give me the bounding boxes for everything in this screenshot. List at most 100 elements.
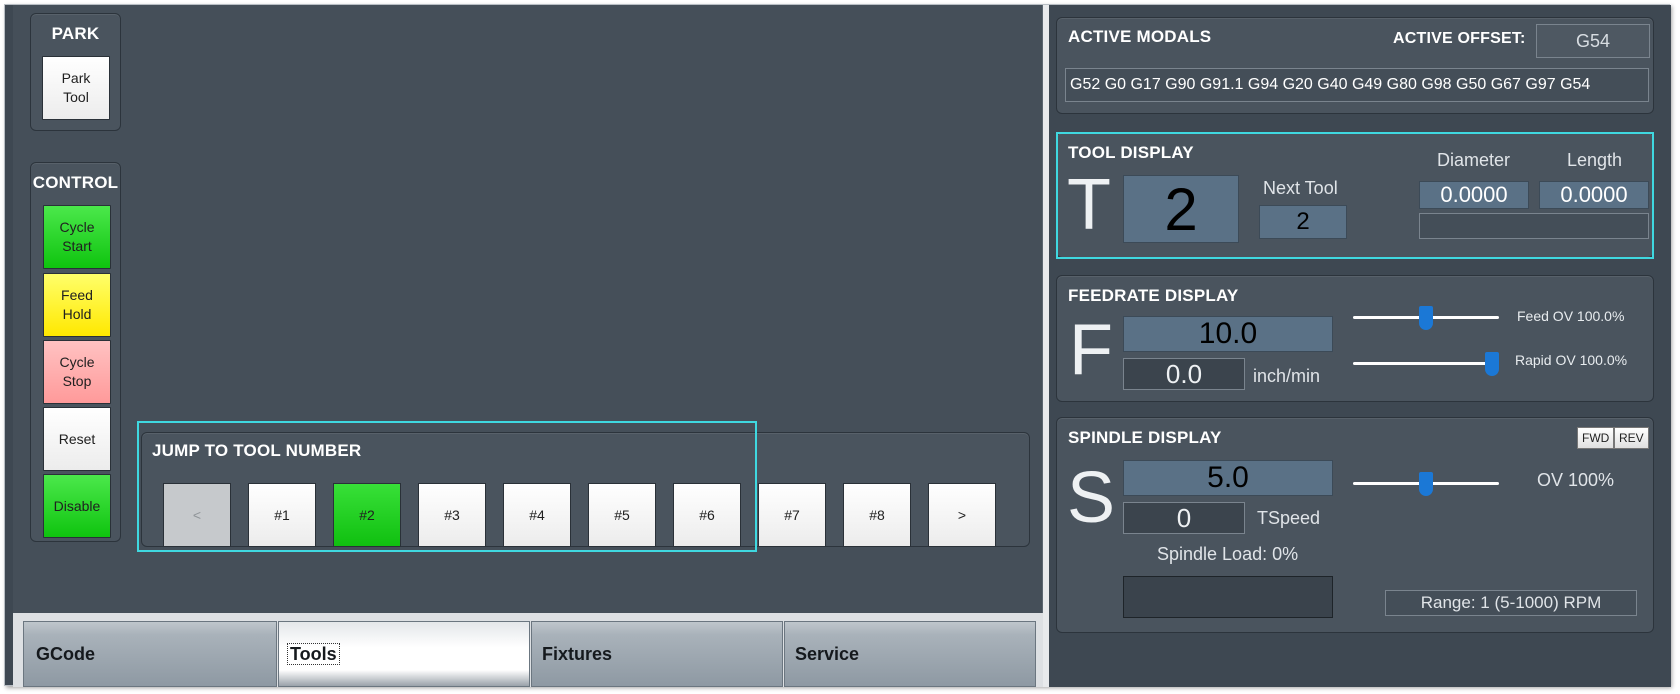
cycle-start-label: Cycle Start <box>59 219 95 254</box>
diameter-value: 0.0000 <box>1440 182 1508 207</box>
active-modals-panel: ACTIVE MODALS ACTIVE OFFSET: G54 G52 G0 … <box>1056 17 1654 114</box>
app-window: PARK Park Tool CONTROL Cycle Start Feed … <box>4 4 1671 687</box>
jump-next-button[interactable]: > <box>928 483 996 547</box>
rapid-ov-label: Rapid OV 100.0% <box>1515 352 1628 368</box>
spindle-commanded-value: 5.0 <box>1207 461 1249 494</box>
disable-label: Disable <box>53 497 101 514</box>
jump-prev-button[interactable]: < <box>163 483 231 547</box>
tspeed-label: TSpeed <box>1257 508 1321 528</box>
feed-commanded-field: 10.0 <box>1123 316 1333 352</box>
jump-tool-7-label: #7 <box>784 507 800 523</box>
modal-codes: G52 G0 G17 G90 G91.1 G94 G20 G40 G49 G80… <box>1070 76 1591 93</box>
tab-fixtures-label: Fixtures <box>542 644 613 664</box>
active-modals-title: ACTIVE MODALS <box>1068 27 1212 46</box>
active-offset-field: G54 <box>1536 24 1650 58</box>
jump-tool-5-button[interactable]: #5 <box>588 483 656 547</box>
spindle-fwd-label: FWD <box>1582 431 1610 445</box>
jump-tool-2-label: #2 <box>359 507 375 523</box>
park-group: PARK Park Tool <box>30 13 121 131</box>
jump-title: JUMP TO TOOL NUMBER <box>152 441 362 460</box>
feedrate-panel: FEEDRATE DISPLAY F 10.0 0.0 inch/min Fee… <box>1056 275 1654 402</box>
spindle-actual-field: 0 <box>1123 502 1245 534</box>
jump-to-tool-panel: JUMP TO TOOL NUMBER < #1 #2 #3 #4 #5 #6 … <box>141 432 1030 547</box>
jump-next-label: > <box>957 507 967 523</box>
control-group: CONTROL Cycle Start Feed Hold Cycle Stop… <box>30 162 121 542</box>
spindle-commanded-field: 5.0 <box>1123 460 1333 496</box>
spindle-panel: SPINDLE DISPLAY FWD REV S 5.0 0 TSpeed O… <box>1056 417 1654 633</box>
diameter-label: Diameter <box>1437 150 1511 170</box>
feedrate-title: FEEDRATE DISPLAY <box>1068 286 1239 305</box>
tab-gcode[interactable]: GCode <box>23 621 277 687</box>
length-label: Length <box>1567 150 1623 170</box>
tool-display-panel: TOOL DISPLAY T 2 Next Tool 2 Diameter Le… <box>1056 132 1654 258</box>
tab-tools[interactable]: Tools <box>278 621 530 687</box>
jump-tool-3-label: #3 <box>444 507 460 523</box>
tab-fixtures[interactable]: Fixtures <box>531 621 783 687</box>
next-tool-field: 2 <box>1259 205 1347 239</box>
jump-tool-6-label: #6 <box>699 507 715 523</box>
modal-codes-field: G52 G0 G17 G90 G91.1 G94 G20 G40 G49 G80… <box>1065 68 1649 102</box>
park-tool-label: Park Tool <box>61 70 91 105</box>
jump-tool-4-label: #4 <box>529 507 545 523</box>
spindle-rev-button[interactable]: REV <box>1614 427 1649 449</box>
jump-tool-1-button[interactable]: #1 <box>248 483 316 547</box>
jump-tool-4-button[interactable]: #4 <box>503 483 571 547</box>
spindle-letter: S <box>1067 458 1116 538</box>
reset-label: Reset <box>58 430 96 447</box>
jump-tool-8-button[interactable]: #8 <box>843 483 911 547</box>
length-value: 0.0000 <box>1560 182 1628 207</box>
disable-button[interactable]: Disable <box>43 474 111 538</box>
spindle-load-label: Spindle Load: 0% <box>1157 544 1299 564</box>
control-title: CONTROL <box>32 173 119 192</box>
feed-hold-button[interactable]: Feed Hold <box>43 273 111 337</box>
jump-tool-5-label: #5 <box>614 507 630 523</box>
jump-tool-3-button[interactable]: #3 <box>418 483 486 547</box>
active-offset-label: ACTIVE OFFSET: <box>1393 30 1526 47</box>
spindle-ov-slider-thumb[interactable] <box>1419 472 1433 496</box>
jump-tool-7-button[interactable]: #7 <box>758 483 826 547</box>
tab-bar: GCode Tools Fixtures Service <box>13 613 1043 687</box>
feed-ov-label: Feed OV 100.0% <box>1517 308 1625 324</box>
spindle-range-field: Range: 1 (5-1000) RPM <box>1385 590 1637 616</box>
spindle-fwd-button[interactable]: FWD <box>1577 427 1615 449</box>
cycle-stop-label: Cycle Stop <box>59 354 95 389</box>
status-pane: ACTIVE MODALS ACTIVE OFFSET: G54 G52 G0 … <box>1049 5 1671 687</box>
feed-actual-value: 0.0 <box>1165 358 1203 389</box>
tool-description-field <box>1419 213 1649 239</box>
feed-commanded-value: 10.0 <box>1198 317 1258 350</box>
park-tool-button[interactable]: Park Tool <box>42 56 110 120</box>
jump-tool-6-button[interactable]: #6 <box>673 483 741 547</box>
jump-tool-8-label: #8 <box>869 507 885 523</box>
spindle-ov-label: OV 100% <box>1537 470 1615 490</box>
cycle-stop-button[interactable]: Cycle Stop <box>43 340 111 404</box>
length-field: 0.0000 <box>1539 181 1649 209</box>
jump-tool-2-button[interactable]: #2 <box>333 483 401 547</box>
jump-prev-label: < <box>192 507 202 523</box>
tab-service-label: Service <box>795 644 860 664</box>
park-title: PARK <box>51 24 100 43</box>
spindle-range-value: Range: 1 (5-1000) RPM <box>1420 593 1602 612</box>
tab-service[interactable]: Service <box>784 621 1036 687</box>
rapid-ov-slider-thumb[interactable] <box>1485 352 1499 376</box>
rapid-ov-slider-track[interactable] <box>1353 362 1499 365</box>
tools-page: PARK Park Tool CONTROL Cycle Start Feed … <box>13 5 1043 613</box>
tool-letter: T <box>1067 165 1111 245</box>
reset-button[interactable]: Reset <box>43 407 111 471</box>
next-tool-value: 2 <box>1296 208 1310 235</box>
current-tool-field: 2 <box>1123 175 1239 243</box>
tab-tools-label: Tools <box>287 643 340 665</box>
spindle-load-bar <box>1123 576 1333 618</box>
feed-hold-label: Feed Hold <box>61 287 93 322</box>
current-tool-value: 2 <box>1164 175 1198 243</box>
cycle-start-button[interactable]: Cycle Start <box>43 205 111 269</box>
tab-gcode-label: GCode <box>36 644 96 664</box>
active-offset-value: G54 <box>1575 30 1611 51</box>
tool-display-title: TOOL DISPLAY <box>1068 143 1194 162</box>
jump-tool-1-label: #1 <box>274 507 290 523</box>
feed-ov-slider-thumb[interactable] <box>1419 306 1433 330</box>
feed-units: inch/min <box>1253 366 1321 386</box>
spindle-actual-value: 0 <box>1176 502 1192 533</box>
spindle-rev-label: REV <box>1619 431 1644 445</box>
diameter-field: 0.0000 <box>1419 181 1529 209</box>
feed-actual-field: 0.0 <box>1123 358 1245 390</box>
